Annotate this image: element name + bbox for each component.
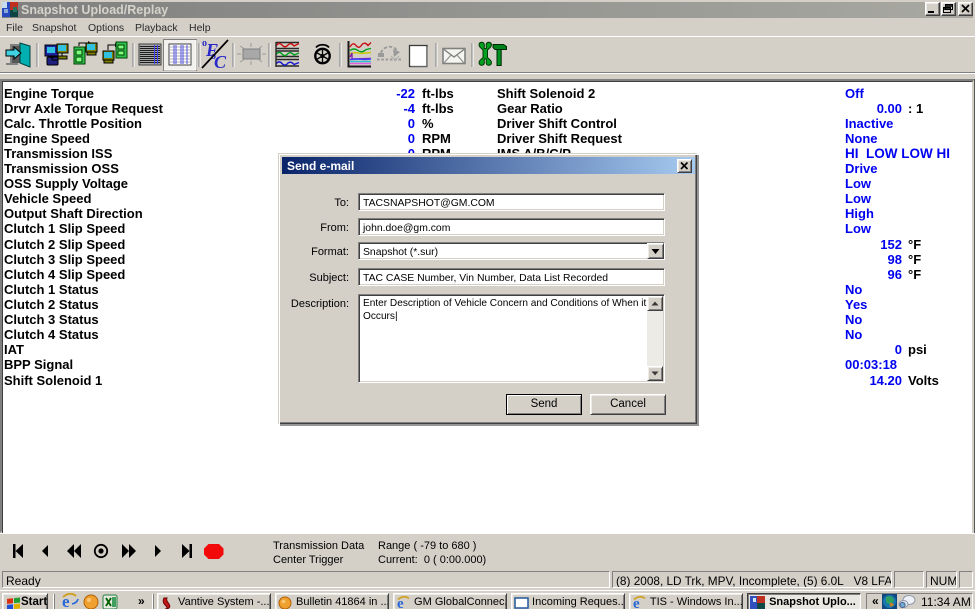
svg-text:o: o <box>202 38 207 49</box>
